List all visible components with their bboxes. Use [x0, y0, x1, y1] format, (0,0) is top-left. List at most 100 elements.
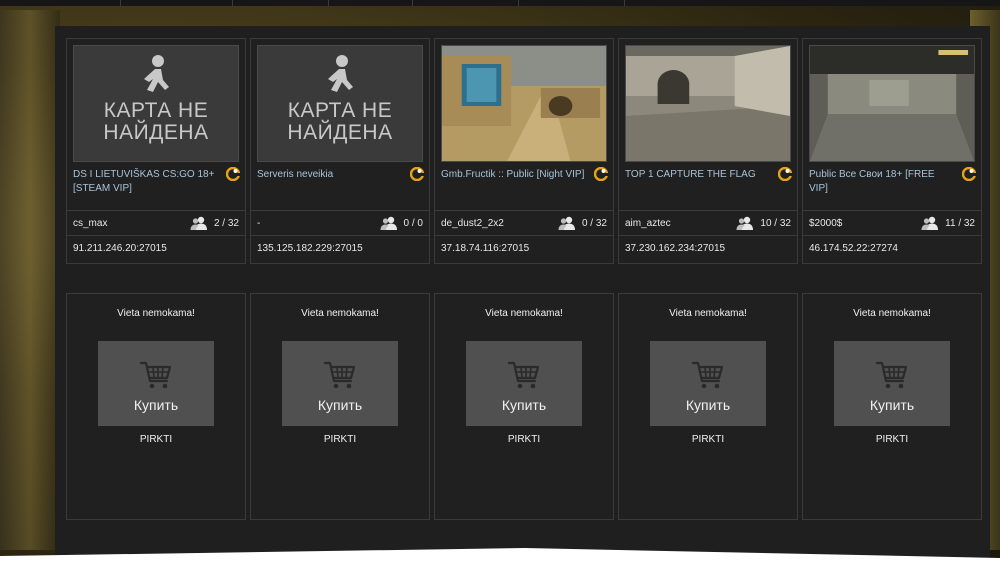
player-count: 0 / 0	[403, 217, 423, 229]
server-title[interactable]: TOP 1 CAPTURE THE FLAG	[625, 168, 791, 182]
player-count: 10 / 32	[760, 217, 791, 229]
buy-button[interactable]: Купить	[282, 341, 398, 426]
server-title-row: TOP 1 CAPTURE THE FLAG	[619, 162, 797, 210]
server-ip-row: 46.174.52.22:27274	[803, 235, 981, 260]
free-slot-card: Vieta nemokama! Купить PIRKTI	[802, 293, 982, 520]
page-footer-edge	[0, 548, 1000, 573]
players-icon	[558, 216, 575, 230]
server-ip-row: 37.230.162.234:27015	[619, 235, 797, 260]
map-not-found-text: КАРТА НЕ НАЙДЕНА	[103, 99, 209, 144]
server-title-row: Public Все Свои 18+ [FREE VIP]	[803, 162, 981, 210]
server-card[interactable]: Gmb.Fructik :: Public [Night VIP] de_dus…	[434, 38, 614, 264]
map-name: aim_aztec	[625, 217, 671, 229]
map-name: cs_max	[73, 217, 108, 229]
buy-button[interactable]: Купить	[650, 341, 766, 426]
top-nav-item[interactable]	[412, 0, 519, 6]
game-logo-icon	[226, 167, 240, 181]
player-count: 2 / 32	[213, 217, 239, 229]
map-thumbnail[interactable]: КАРТА НЕ НАЙДЕНА	[73, 45, 239, 162]
server-card[interactable]: Public Все Свои 18+ [FREE VIP] $2000$ 11…	[802, 38, 982, 264]
server-ip-row: 91.211.246.20:27015	[67, 235, 245, 260]
buy-link[interactable]: PIRKTI	[803, 434, 981, 445]
players-icon	[380, 216, 397, 230]
cart-icon	[875, 361, 908, 389]
free-slots-row: Vieta nemokama! Купить PIRKTI Vieta nemo…	[66, 293, 982, 520]
server-ip[interactable]: 37.230.162.234:27015	[625, 243, 725, 254]
server-ip-row: 37.18.74.116:27015	[435, 235, 613, 260]
map-name: -	[257, 217, 261, 229]
background-art	[0, 10, 60, 550]
free-slot-card: Vieta nemokama! Купить PIRKTI	[618, 293, 798, 520]
server-ip[interactable]: 135.125.182.229:27015	[257, 243, 363, 254]
game-logo-icon	[410, 167, 424, 181]
server-ip-row: 135.125.182.229:27015	[251, 235, 429, 260]
map-name: de_dust2_2x2	[441, 217, 504, 229]
server-title[interactable]: Gmb.Fructik :: Public [Night VIP]	[441, 168, 607, 182]
top-nav-bar	[0, 0, 1000, 6]
buy-label: Купить	[133, 397, 179, 413]
buy-button[interactable]: Купить	[466, 341, 582, 426]
game-logo-icon	[778, 167, 792, 181]
free-slot-title: Vieta nemokama!	[301, 308, 379, 319]
buy-link[interactable]: PIRKTI	[435, 434, 613, 445]
map-name: $2000$	[809, 217, 843, 229]
buy-button[interactable]: Купить	[98, 341, 214, 426]
server-card[interactable]: КАРТА НЕ НАЙДЕНА Serveris neveikia - 0 /…	[250, 38, 430, 264]
free-slot-title: Vieta nemokama!	[485, 308, 563, 319]
buy-button[interactable]: Купить	[834, 341, 950, 426]
server-title-row: DS I LIETUVIŠKAS CS:GO 18+ [STEAM VIP]	[67, 162, 245, 210]
player-count: 0 / 32	[581, 217, 607, 229]
game-logo-icon	[962, 167, 976, 181]
server-card[interactable]: КАРТА НЕ НАЙДЕНА DS I LIETUVIŠKAS CS:GO …	[66, 38, 246, 264]
server-ip[interactable]: 37.18.74.116:27015	[441, 243, 529, 254]
server-ip[interactable]: 91.211.246.20:27015	[73, 243, 167, 254]
top-nav-item[interactable]	[518, 0, 625, 6]
buy-link[interactable]: PIRKTI	[67, 434, 245, 445]
buy-label: Купить	[685, 397, 731, 413]
free-slot-card: Vieta nemokama! Купить PIRKTI	[434, 293, 614, 520]
map-thumbnail[interactable]	[625, 45, 791, 162]
server-cards-row: КАРТА НЕ НАЙДЕНА DS I LIETUVIŠKAS CS:GO …	[66, 38, 982, 264]
server-title-row: Gmb.Fructik :: Public [Night VIP]	[435, 162, 613, 210]
free-slot-title: Vieta nemokama!	[853, 308, 931, 319]
server-title[interactable]: Serveris neveikia	[257, 168, 423, 182]
top-nav-item[interactable]	[120, 0, 233, 6]
map-thumbnail[interactable]	[441, 45, 607, 162]
buy-label: Купить	[317, 397, 363, 413]
map-thumbnail[interactable]	[809, 45, 975, 162]
players-icon	[921, 216, 939, 230]
cart-icon	[507, 361, 540, 389]
server-info-row: cs_max 2 / 32	[67, 210, 245, 235]
free-slot-card: Vieta nemokama! Купить PIRKTI	[250, 293, 430, 520]
server-title[interactable]: DS I LIETUVIŠKAS CS:GO 18+ [STEAM VIP]	[73, 168, 239, 196]
players-icon	[736, 216, 754, 230]
free-slot-card: Vieta nemokama! Купить PIRKTI	[66, 293, 246, 520]
server-info-row: de_dust2_2x2 0 / 32	[435, 210, 613, 235]
cart-icon	[691, 361, 724, 389]
top-nav-item[interactable]	[328, 0, 413, 6]
player-count: 11 / 32	[945, 217, 975, 229]
top-nav-item[interactable]	[232, 0, 329, 6]
runner-icon	[328, 55, 353, 92]
server-ip[interactable]: 46.174.52.22:27274	[809, 243, 898, 254]
server-info-row: $2000$ 11 / 32	[803, 210, 981, 235]
map-not-found-text: КАРТА НЕ НАЙДЕНА	[287, 99, 393, 144]
runner-icon	[144, 55, 169, 92]
game-logo-icon	[594, 167, 608, 181]
server-info-row: - 0 / 0	[251, 210, 429, 235]
cart-icon	[139, 361, 172, 389]
server-title[interactable]: Public Все Свои 18+ [FREE VIP]	[809, 168, 975, 196]
server-card[interactable]: TOP 1 CAPTURE THE FLAG aim_aztec 10 / 32…	[618, 38, 798, 264]
buy-link[interactable]: PIRKTI	[619, 434, 797, 445]
free-slot-title: Vieta nemokama!	[669, 308, 747, 319]
buy-label: Купить	[501, 397, 547, 413]
buy-label: Купить	[869, 397, 915, 413]
cart-icon	[323, 361, 356, 389]
buy-link[interactable]: PIRKTI	[251, 434, 429, 445]
top-nav-item[interactable]	[0, 0, 121, 6]
map-thumbnail[interactable]: КАРТА НЕ НАЙДЕНА	[257, 45, 423, 162]
free-slot-title: Vieta nemokama!	[117, 308, 195, 319]
players-icon	[190, 216, 207, 230]
server-info-row: aim_aztec 10 / 32	[619, 210, 797, 235]
server-title-row: Serveris neveikia	[251, 162, 429, 210]
